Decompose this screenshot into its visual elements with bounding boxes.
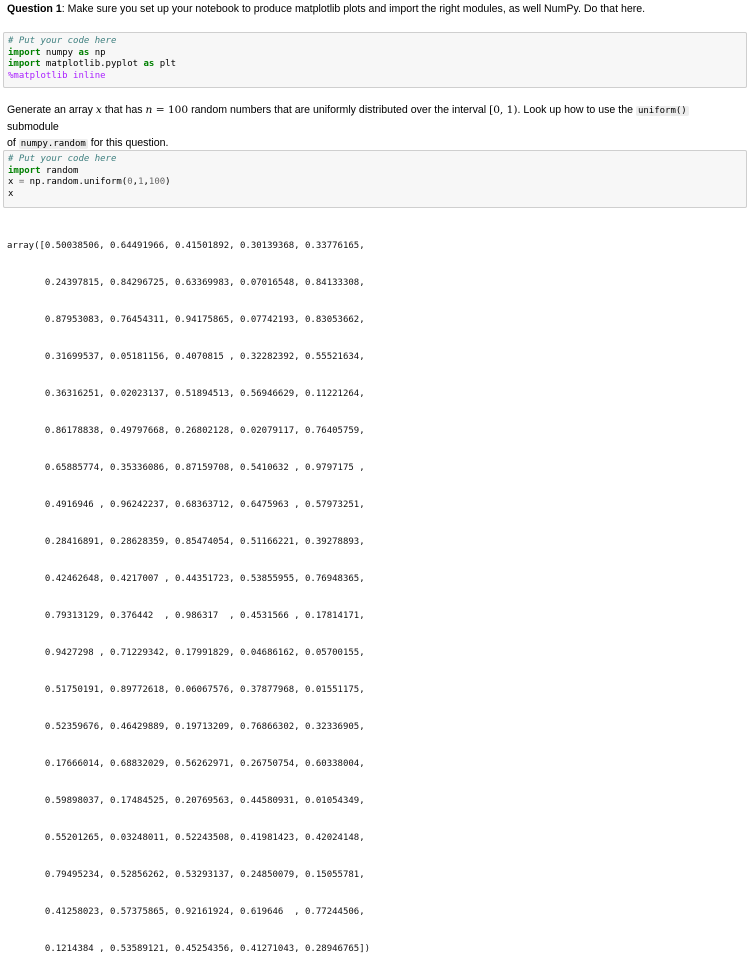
code-cell-uniform[interactable]: # Put your code here import random x = n… (3, 150, 747, 208)
module-alias: np (89, 47, 106, 58)
question-1-markdown: Question 1: Make sure you set up your no… (7, 1, 741, 17)
keyword-import: import (8, 59, 41, 69)
question-text: : Make sure you set up your notebook to … (61, 3, 646, 15)
output-line: 0.79313129, 0.376442 , 0.986317 , 0.4531… (7, 611, 365, 621)
notebook-page: Question 1: Make sure you set up your no… (0, 0, 749, 954)
inline-code-uniform: uniform() (635, 106, 689, 116)
cell-output: array([0.50038506, 0.64491966, 0.4150189… (7, 215, 742, 970)
output-line: 0.86178838, 0.49797668, 0.26802128, 0.02… (7, 425, 365, 436)
keyword-as: as (143, 59, 155, 69)
output-line: 0.42462648, 0.4217007 , 0.44351723, 0.53… (7, 573, 365, 584)
output-line: 0.31699537, 0.05181156, 0.4070815 , 0.32… (7, 351, 365, 362)
math-equals-100: = 100 (152, 104, 189, 116)
instruction-text: that has (101, 104, 146, 116)
close-paren: ) (165, 177, 171, 187)
instruction-text: submodule (7, 121, 59, 133)
instruction-text: random numbers that are uniformly distri… (188, 104, 490, 116)
instruction-text: for this question. (87, 137, 169, 149)
module-alias: plt (154, 59, 176, 69)
module-name: numpy (40, 47, 79, 58)
output-line: 0.65885774, 0.35336086, 0.87159708, 0.54… (7, 462, 365, 473)
output-line: array([0.50038506, 0.64491966, 0.4150189… (7, 240, 365, 251)
keyword-as: as (78, 47, 90, 58)
output-line: 0.36316251, 0.02023137, 0.51894513, 0.56… (7, 388, 365, 399)
output-line: 0.9427298 , 0.71229342, 0.17991829, 0.04… (7, 648, 365, 659)
instruction-text: . Look up how to use the (517, 104, 636, 116)
output-line: 0.28416891, 0.28628359, 0.85474054, 0.51… (7, 536, 365, 547)
keyword-import: import (8, 47, 41, 58)
instruction-text: of (7, 137, 19, 149)
code-comment: # Put your code here (8, 154, 117, 164)
output-line: 0.17666014, 0.68832029, 0.56262971, 0.26… (7, 759, 365, 770)
output-line: 0.4916946 , 0.96242237, 0.68363712, 0.64… (7, 499, 365, 510)
output-line: 0.52359676, 0.46429889, 0.19713209, 0.76… (7, 722, 365, 733)
question-label: Question 1 (7, 3, 62, 15)
variable-echo: x (8, 188, 14, 199)
function-call: np.random.uniform( (24, 177, 128, 187)
inline-code-numpy-random: numpy.random (18, 139, 88, 149)
magic-command: %matplotlib inline (8, 70, 106, 81)
output-line: 0.24397815, 0.84296725, 0.63369983, 0.07… (7, 277, 365, 288)
code-cell-imports[interactable]: # Put your code here import numpy as np … (3, 32, 747, 88)
variable-x: x (8, 177, 19, 187)
output-line: 0.87953083, 0.76454311, 0.94175865, 0.07… (7, 314, 365, 325)
output-line: 0.55201265, 0.03248011, 0.52243508, 0.41… (7, 833, 365, 844)
module-name: matplotlib.pyplot (40, 59, 144, 69)
keyword-import: import (8, 165, 41, 176)
output-line: 0.59898037, 0.17484525, 0.20769563, 0.44… (7, 796, 365, 807)
arg-size: 100 (148, 177, 166, 187)
output-line: 0.1214384 , 0.53589121, 0.45254356, 0.41… (7, 944, 371, 955)
output-line: 0.41258023, 0.57375865, 0.92161924, 0.61… (7, 907, 365, 918)
instruction-markdown: Generate an array x that has n = 100 ran… (7, 102, 741, 152)
math-interval: [0, 1) (489, 104, 518, 116)
output-line: 0.51750191, 0.89772618, 0.06067576, 0.37… (7, 685, 365, 696)
instruction-text: Generate an array (7, 104, 96, 116)
code-comment: # Put your code here (8, 36, 117, 46)
output-line: 0.79495234, 0.52856262, 0.53293137, 0.24… (7, 870, 365, 881)
module-name: random (40, 165, 79, 176)
